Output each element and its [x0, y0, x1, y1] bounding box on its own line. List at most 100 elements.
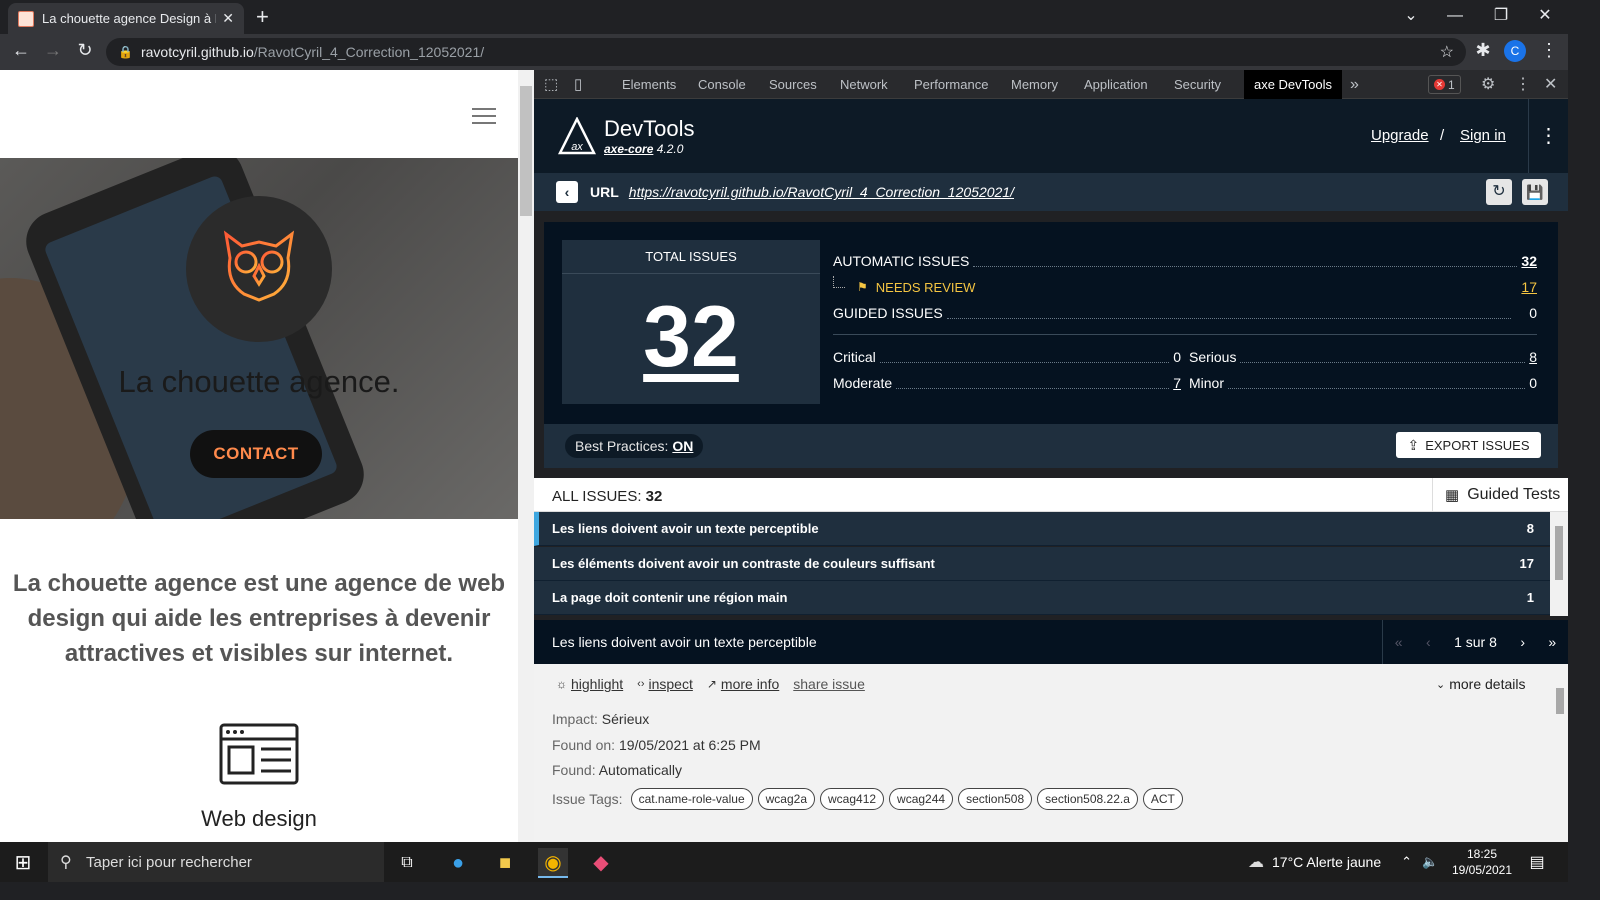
back-icon[interactable]: ← — [8, 40, 34, 64]
impact-value: Sérieux — [601, 711, 650, 727]
best-practices-toggle[interactable]: Best Practices: ON — [565, 434, 704, 458]
tab-security[interactable]: Security — [1174, 70, 1221, 99]
task-view-icon[interactable]: ⧉ — [392, 848, 422, 878]
serious-row: Serious 8 — [1189, 347, 1537, 367]
error-badge[interactable]: ✕ 1 — [1428, 75, 1461, 94]
needs-review-count[interactable]: 17 — [1521, 279, 1537, 295]
moderate-count[interactable]: 7 — [1173, 375, 1181, 391]
axe-logo-icon: ax — [558, 117, 596, 155]
sign-in-link[interactable]: Sign in — [1460, 127, 1506, 144]
inspect-element-icon[interactable]: ⬚ — [544, 70, 558, 99]
save-icon[interactable]: 💾 — [1522, 179, 1548, 205]
close-window-icon[interactable]: ✕ — [1522, 0, 1568, 32]
tab-application[interactable]: Application — [1084, 70, 1148, 99]
tab-memory[interactable]: Memory — [1011, 70, 1058, 99]
total-issues-count[interactable]: 32 — [562, 288, 820, 387]
serious-label: Serious — [1189, 349, 1237, 365]
first-page-icon[interactable]: « — [1395, 634, 1403, 650]
chrome-taskbar-icon[interactable]: ◉ — [538, 848, 568, 878]
bookmark-star-icon[interactable]: ☆ — [1440, 42, 1454, 62]
inspect-link[interactable]: inspect — [648, 676, 692, 692]
upgrade-link[interactable]: Upgrade — [1371, 127, 1429, 144]
new-tab-button[interactable]: + — [256, 4, 269, 30]
edge-icon[interactable]: ● — [443, 848, 473, 878]
moderate-label: Moderate — [833, 375, 893, 391]
next-page-icon[interactable]: › — [1520, 634, 1525, 650]
back-arrow-icon[interactable]: ‹ — [556, 181, 578, 203]
issue-title: Les liens doivent avoir un texte percept… — [552, 521, 819, 536]
minimize-icon[interactable]: — — [1432, 0, 1478, 32]
issues-scrollbar[interactable] — [1550, 512, 1568, 616]
best-practices-value[interactable]: ON — [672, 438, 693, 454]
highlight-link[interactable]: highlight — [571, 676, 623, 692]
contact-button[interactable]: CONTACT — [190, 430, 322, 478]
impact-label: Impact: — [552, 711, 598, 727]
share-issue-link[interactable]: share issue — [793, 676, 865, 692]
taskbar-clock[interactable]: 18:25 19/05/2021 — [1450, 846, 1514, 878]
device-toggle-icon[interactable]: ▯ — [574, 70, 582, 99]
app-drop-icon[interactable]: ◆ — [586, 848, 616, 878]
forward-icon[interactable]: → — [40, 40, 66, 64]
issue-row[interactable]: Les éléments doivent avoir un contraste … — [534, 546, 1550, 581]
more-info-link[interactable]: more info — [721, 676, 779, 692]
devtools-menu-icon[interactable]: ⋮ — [1515, 70, 1531, 99]
critical-row: Critical 0 — [833, 347, 1181, 367]
issue-row[interactable]: La page doit contenir une région main 1 — [534, 581, 1550, 615]
tab-sources[interactable]: Sources — [769, 70, 817, 99]
export-issues-button[interactable]: ⇪ EXPORT ISSUES — [1396, 432, 1541, 458]
web-design-icon — [219, 723, 299, 785]
tab-elements[interactable]: Elements — [622, 70, 676, 99]
guided-tests-button[interactable]: ▦ Guided Tests — [1432, 478, 1568, 512]
last-page-icon[interactable]: » — [1548, 634, 1556, 650]
page-scrollbar-thumb[interactable] — [520, 86, 532, 216]
extensions-icon[interactable]: ✱ — [1470, 40, 1496, 64]
profile-menu-icon[interactable]: ⌄ — [1388, 0, 1434, 32]
more-tabs-icon[interactable]: » — [1350, 70, 1359, 99]
system-tray: ☁ 17°C Alerte jaune ⌃ 🔈 — [1248, 842, 1438, 882]
restore-icon[interactable]: ❐ — [1478, 0, 1524, 32]
tab-close-icon[interactable]: ✕ — [222, 10, 234, 27]
hero-title: La chouette agence. — [118, 364, 400, 399]
issue-count: 8 — [1526, 521, 1534, 536]
scanned-url[interactable]: https://ravotcyril.github.io/RavotCyril_… — [629, 184, 1014, 200]
prev-page-icon[interactable]: ‹ — [1426, 634, 1431, 650]
devtools-settings-icon[interactable]: ⚙ — [1481, 70, 1495, 99]
reload-icon[interactable]: ↻ — [72, 40, 98, 64]
issue-row[interactable]: Les liens doivent avoir un texte percept… — [534, 512, 1550, 546]
tray-chevron-icon[interactable]: ⌃ — [1401, 854, 1412, 870]
windows-start-icon[interactable]: ⊞ — [8, 848, 38, 878]
tab-performance[interactable]: Performance — [914, 70, 988, 99]
axe-core-link[interactable]: axe-core — [604, 142, 653, 156]
file-explorer-icon[interactable]: ■ — [490, 848, 520, 878]
issue-pager: « ‹ 1 sur 8 › » — [1382, 620, 1568, 664]
address-bar[interactable]: 🔒 ravotcyril.github.io/RavotCyril_4_Corr… — [106, 38, 1466, 66]
hamburger-menu-icon[interactable] — [472, 108, 496, 124]
browser-tab[interactable]: La chouette agence Design à Lyon ✕ — [8, 3, 244, 34]
owl-logo-icon — [223, 230, 295, 310]
issue-detail-title: Les liens doivent avoir un texte percept… — [552, 634, 817, 650]
minor-label: Minor — [1189, 375, 1225, 391]
devtools-close-icon[interactable]: ✕ — [1544, 70, 1557, 99]
chrome-menu-icon[interactable]: ⋮ — [1536, 40, 1562, 64]
issue-actions: ☼ highlight ‹› inspect ↗ more info share… — [556, 676, 879, 692]
rescan-icon[interactable]: ↻ — [1486, 179, 1512, 205]
taskbar-search[interactable]: ⚲ Taper ici pour rechercher — [48, 842, 384, 882]
tab-network[interactable]: Network — [840, 70, 888, 99]
url-path: /RavotCyril_4_Correction_12052021/ — [253, 44, 485, 60]
minor-row: Minor 0 — [1189, 373, 1537, 393]
more-details-toggle[interactable]: ⌄ more details — [1436, 676, 1525, 692]
serious-count[interactable]: 8 — [1529, 349, 1537, 365]
page-indicator: 1 sur 8 — [1454, 634, 1497, 650]
volume-icon[interactable]: 🔈 — [1422, 854, 1438, 870]
weather-text[interactable]: 17°C Alerte jaune — [1272, 854, 1381, 870]
axe-menu-icon[interactable]: ⋮ — [1528, 99, 1568, 173]
profile-avatar[interactable]: C — [1504, 40, 1526, 62]
tab-axe-devtools[interactable]: axe DevTools — [1244, 70, 1342, 99]
automatic-issues-count[interactable]: 32 — [1521, 253, 1537, 269]
detail-scrollbar[interactable] — [1552, 670, 1568, 842]
tab-title: La chouette agence Design à Lyon — [42, 11, 216, 26]
notifications-icon[interactable]: ▤ — [1522, 848, 1552, 878]
tab-console[interactable]: Console — [698, 70, 746, 99]
tree-connector — [833, 276, 845, 288]
issue-tags-row: Issue Tags: cat.name-role-value wcag2a wca… — [552, 788, 1188, 810]
